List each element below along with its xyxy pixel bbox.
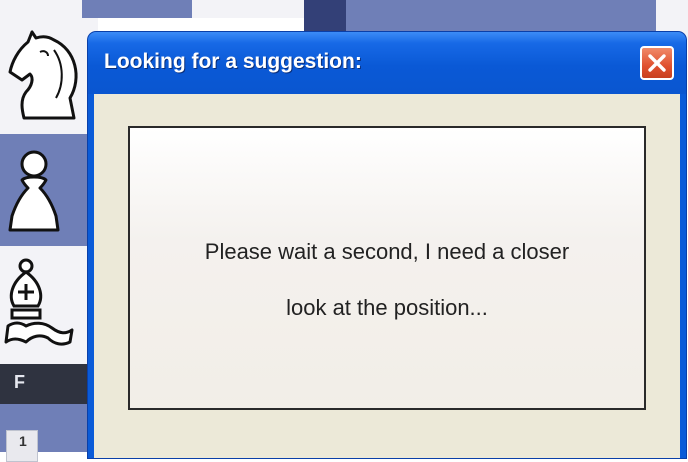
board-square xyxy=(192,0,304,18)
close-button[interactable] xyxy=(640,46,674,80)
suggestion-dialog: Looking for a suggestion: Please wait a … xyxy=(88,32,686,458)
dialog-message: Please wait a second, I need a closer lo… xyxy=(130,224,644,336)
white-knight-icon[interactable] xyxy=(4,28,84,128)
board-square xyxy=(0,0,82,18)
file-label: F xyxy=(14,372,25,392)
dialog-titlebar[interactable]: Looking for a suggestion: xyxy=(88,32,686,94)
dialog-title: Looking for a suggestion: xyxy=(104,50,362,73)
close-icon xyxy=(648,54,666,72)
white-pawn-icon[interactable] xyxy=(6,146,66,238)
message-line-1: Please wait a second, I need a closer xyxy=(204,239,570,264)
white-bishop-icon[interactable] xyxy=(4,256,76,356)
dialog-client-area: Please wait a second, I need a closer lo… xyxy=(94,94,680,458)
message-line-2: look at the position... xyxy=(286,295,488,320)
message-panel: Please wait a second, I need a closer lo… xyxy=(128,126,646,410)
board-coordinate-key: 1 xyxy=(6,430,38,462)
board-square xyxy=(82,0,192,18)
